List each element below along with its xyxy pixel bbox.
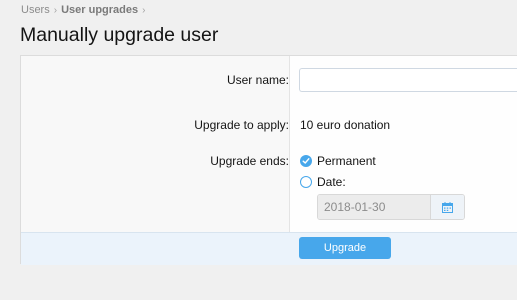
radio-empty-icon xyxy=(300,176,312,188)
chevron-right-icon: › xyxy=(142,4,146,16)
date-field: 2018-01-30 xyxy=(317,194,465,220)
form-footer: Upgrade xyxy=(21,232,517,265)
breadcrumb-user-upgrades[interactable]: User upgrades xyxy=(61,4,138,16)
upgrade-to-apply-label: Upgrade to apply: xyxy=(194,118,289,132)
radio-permanent[interactable]: Permanent xyxy=(300,154,376,168)
calendar-button[interactable] xyxy=(430,195,464,219)
breadcrumb-users[interactable]: Users xyxy=(21,4,50,16)
user-name-input[interactable] xyxy=(299,68,517,92)
chevron-right-icon: › xyxy=(53,4,58,16)
calendar-icon xyxy=(442,201,453,213)
radio-date-label: Date: xyxy=(317,175,346,189)
date-input[interactable]: 2018-01-30 xyxy=(318,195,430,219)
page-title: Manually upgrade user xyxy=(20,24,219,46)
radio-date[interactable]: Date: xyxy=(300,175,346,189)
radio-permanent-label: Permanent xyxy=(317,154,376,168)
upgrade-ends-label: Upgrade ends: xyxy=(210,154,289,168)
label-column: User name: Upgrade to apply: Upgrade end… xyxy=(21,56,290,232)
breadcrumb: Users › User upgrades › xyxy=(21,4,149,16)
upgrade-value: 10 euro donation xyxy=(300,118,391,132)
user-name-label: User name: xyxy=(226,73,289,87)
checkmark-icon xyxy=(300,155,312,167)
upgrade-form: User name: Upgrade to apply: Upgrade end… xyxy=(20,55,517,265)
upgrade-button[interactable]: Upgrade xyxy=(299,237,391,259)
